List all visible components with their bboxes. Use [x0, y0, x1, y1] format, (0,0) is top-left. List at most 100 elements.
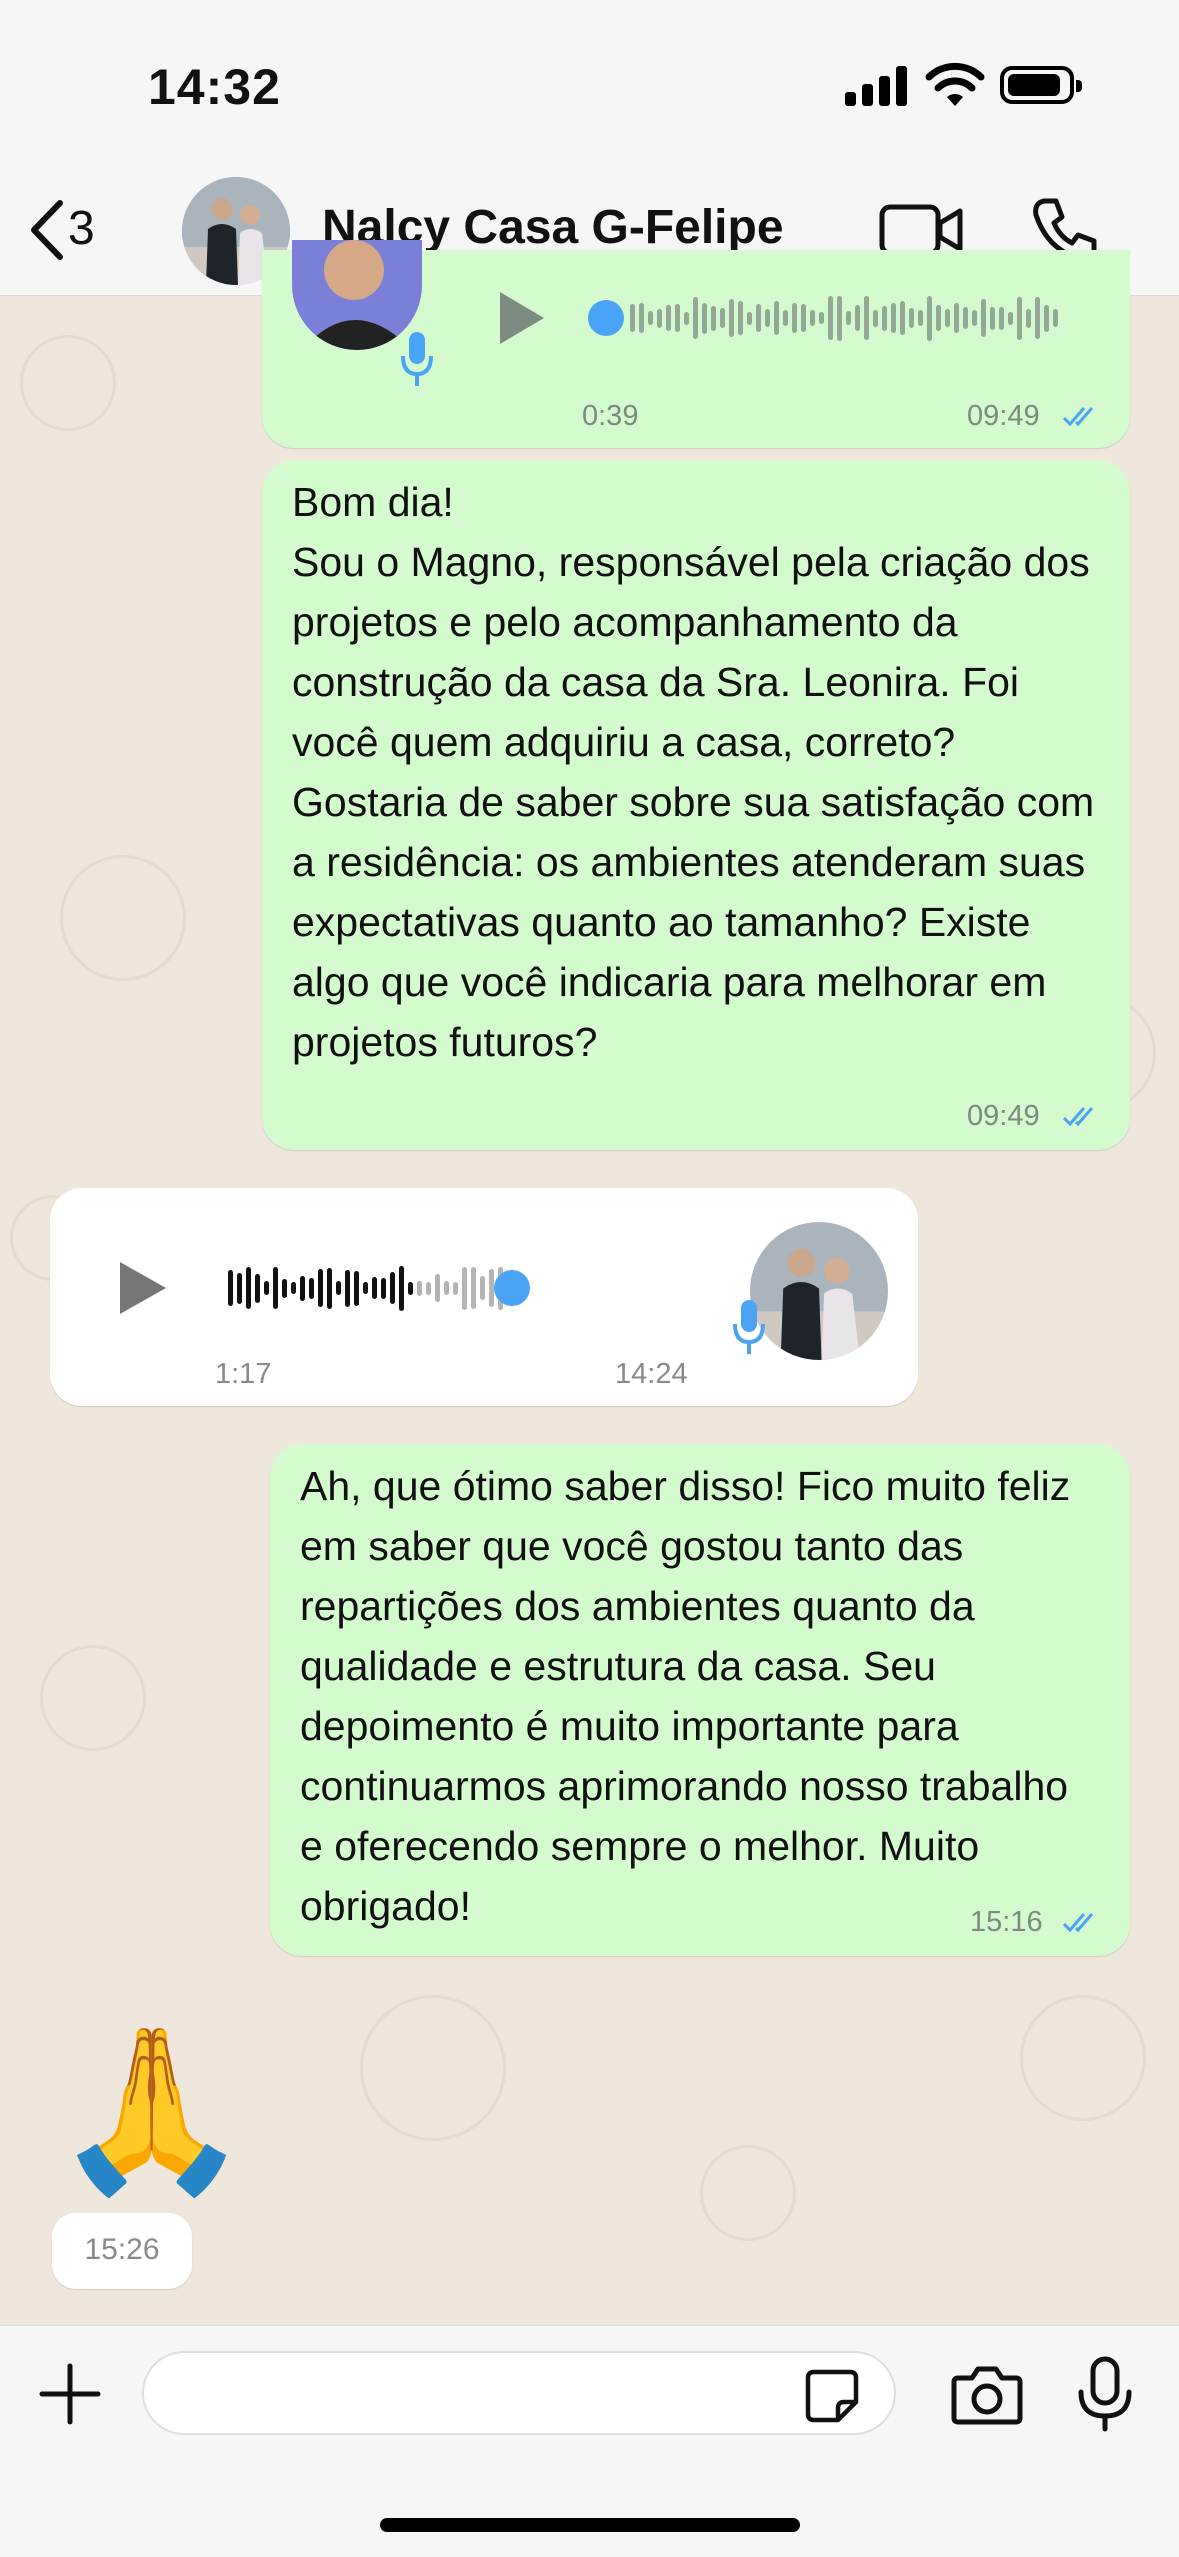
waveform-bar: [282, 1278, 287, 1298]
incoming-audio-message[interactable]: 1:17 14:24: [50, 1188, 918, 1406]
microphone-icon: [401, 332, 433, 386]
battery-icon: [1000, 66, 1082, 104]
play-icon[interactable]: [500, 292, 544, 344]
audio-scrubber[interactable]: [588, 300, 624, 336]
waveform-bar: [1026, 308, 1031, 328]
waveform-bar: [300, 1275, 305, 1301]
waveform-bar: [756, 304, 761, 332]
sender-avatar: [750, 1222, 888, 1360]
waveform-bar: [318, 1269, 323, 1307]
waveform-bar: [711, 305, 716, 331]
waveform-bar: [900, 301, 905, 335]
message-text: Bom dia! Sou o Magno, responsável pela c…: [292, 479, 1095, 1065]
message-time: 15:16: [970, 1906, 1043, 1938]
message-time: 09:49: [967, 400, 1040, 432]
read-ticks-icon: [1062, 1107, 1094, 1127]
read-ticks-icon: [1062, 407, 1094, 427]
waveform-bar: [873, 309, 878, 327]
waveform-bar: [963, 307, 968, 329]
waveform-bar: [630, 304, 635, 332]
waveform-bar: [471, 1267, 476, 1309]
waveform-bar: [399, 1265, 404, 1311]
waveform-bar: [918, 310, 923, 326]
audio-waveform[interactable]: [630, 288, 1058, 348]
waveform-bar: [408, 1281, 413, 1295]
waveform-bar: [729, 299, 734, 337]
waveform-bar: [693, 297, 698, 339]
play-icon[interactable]: [120, 1262, 166, 1314]
outgoing-text-message[interactable]: Bom dia! Sou o Magno, responsável pela c…: [262, 460, 1130, 1150]
waveform-bar: [372, 1277, 377, 1299]
waveform-bar: [1008, 311, 1013, 325]
message-time: 14:24: [615, 1358, 688, 1390]
outgoing-audio-message[interactable]: 0:39 09:49: [262, 240, 1130, 448]
waveform-bar: [444, 1281, 449, 1295]
waveform-bar: [945, 309, 950, 327]
waveform-bar: [462, 1266, 467, 1310]
waveform-bar: [273, 1267, 278, 1309]
waveform-bar: [954, 303, 959, 333]
waveform-bar: [675, 304, 680, 332]
microphone-icon: [733, 1300, 765, 1354]
waveform-bar: [972, 310, 977, 326]
status-time: 14:32: [148, 59, 281, 115]
home-indicator: [380, 2518, 800, 2532]
plus-icon[interactable]: [38, 2362, 102, 2426]
waveform-bar: [792, 303, 797, 333]
waveform-bar: [783, 310, 788, 326]
waveform-bar: [381, 1277, 386, 1299]
waveform-bar: [891, 303, 896, 333]
waveform-bar: [345, 1269, 350, 1307]
waveform-bar: [738, 301, 743, 335]
waveform-bar: [882, 305, 887, 331]
audio-scrubber[interactable]: [494, 1270, 530, 1306]
waveform-bar: [936, 305, 941, 331]
waveform-bar: [1035, 297, 1040, 339]
waveform-bar: [684, 311, 689, 325]
waveform-bar: [801, 304, 806, 332]
waveform-bar: [1044, 304, 1049, 332]
waveform-bar: [990, 306, 995, 330]
waveform-bar: [480, 1276, 485, 1300]
waveform-bar: [981, 299, 986, 337]
wifi-icon: [925, 62, 985, 106]
waveform-bar: [846, 311, 851, 325]
waveform-bar: [453, 1281, 458, 1295]
microphone-icon[interactable]: [1075, 2356, 1135, 2432]
waveform-bar: [774, 301, 779, 335]
waveform-bar: [864, 296, 869, 340]
waveform-bar: [336, 1281, 341, 1295]
message-time: 09:49: [967, 1100, 1040, 1132]
waveform-bar: [837, 295, 842, 341]
waveform-bar: [309, 1277, 314, 1299]
waveform-bar: [666, 305, 671, 331]
waveform-bar: [1017, 296, 1022, 340]
audio-duration: 0:39: [582, 400, 639, 432]
waveform-bar: [657, 308, 662, 328]
waveform-bar: [264, 1281, 269, 1295]
message-time: 15:26: [84, 2233, 160, 2266]
waveform-bar: [999, 306, 1004, 330]
status-bar: 14:32: [0, 0, 1179, 165]
waveform-bar: [747, 311, 752, 325]
message-input[interactable]: [142, 2351, 896, 2435]
waveform-bar: [228, 1270, 233, 1306]
cellular-signal-icon: [845, 66, 907, 106]
waveform-bar: [426, 1281, 431, 1295]
waveform-bar: [237, 1272, 242, 1304]
outgoing-text-message[interactable]: Ah, que ótimo saber disso! Fico muito fe…: [270, 1444, 1130, 1956]
camera-icon[interactable]: [950, 2364, 1024, 2426]
unread-count[interactable]: 3: [68, 201, 95, 256]
waveform-bar: [765, 309, 770, 327]
waveform-bar: [354, 1270, 359, 1306]
read-ticks-icon: [1062, 1913, 1094, 1933]
audio-duration: 1:17: [215, 1358, 272, 1390]
emoji-message[interactable]: 🙏: [52, 2020, 251, 2200]
sticker-icon[interactable]: [804, 2368, 860, 2424]
audio-waveform[interactable]: [228, 1258, 512, 1318]
waveform-bar: [390, 1272, 395, 1304]
waveform-bar: [291, 1282, 296, 1294]
waveform-bar: [435, 1274, 440, 1302]
message-text: Ah, que ótimo saber disso! Fico muito fe…: [300, 1463, 1071, 1929]
waveform-bar: [246, 1267, 251, 1309]
